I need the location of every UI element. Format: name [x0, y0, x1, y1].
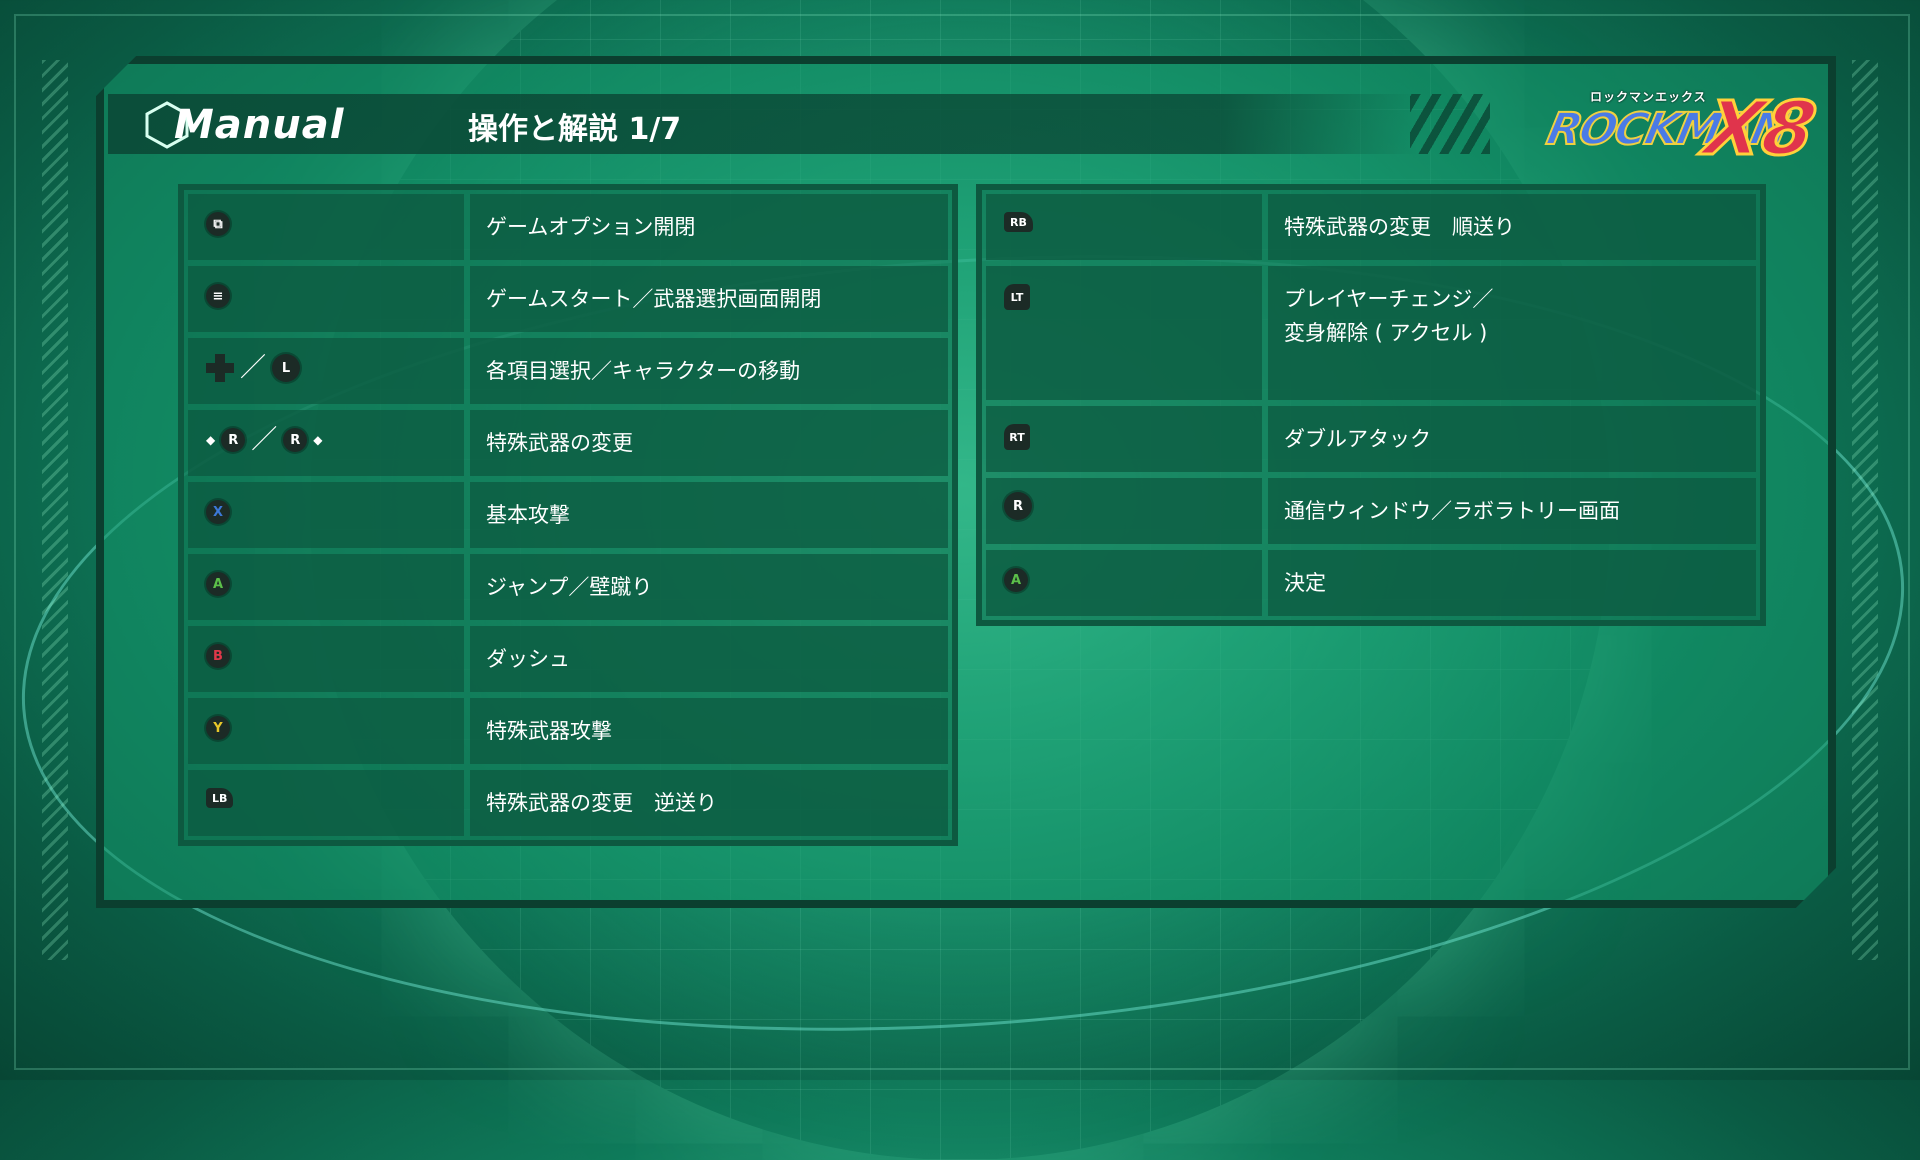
- control-row: RB 特殊武器の変更 順送り: [986, 194, 1756, 260]
- control-description: 特殊武器攻撃: [470, 698, 948, 764]
- button-cell: Y: [188, 698, 464, 764]
- lb-button-icon: LB: [206, 788, 234, 808]
- control-row: A ジャンプ／壁蹴り: [188, 554, 948, 620]
- header-stripes: [1410, 94, 1490, 154]
- control-row: LT プレイヤーチェンジ／ 変身解除 ( アクセル ): [986, 266, 1756, 400]
- control-description: ゲームオプション開閉: [470, 194, 948, 260]
- button-cell: X: [188, 482, 464, 548]
- b-button-icon: B: [206, 644, 230, 668]
- right-decoration: [1852, 60, 1878, 960]
- left-decoration: [42, 60, 68, 960]
- manual-label: Manual: [174, 102, 345, 148]
- button-cell: R: [986, 478, 1262, 544]
- control-row: ⧉ ゲームオプション開閉: [188, 194, 948, 260]
- control-description: プレイヤーチェンジ／ 変身解除 ( アクセル ): [1268, 266, 1756, 400]
- arrow-right-icon: ◆: [313, 433, 323, 447]
- control-row: ◆ R ／ R ◆ 特殊武器の変更: [188, 410, 948, 476]
- button-cell: ≡: [188, 266, 464, 332]
- right-stick-press-icon: R: [1004, 492, 1032, 520]
- game-logo-kana: ロックマンエックス: [1590, 90, 1707, 104]
- control-description: 決定: [1268, 550, 1756, 616]
- control-description: 特殊武器の変更 順送り: [1268, 194, 1756, 260]
- game-logo-number: X8: [1697, 85, 1824, 174]
- button-cell: RB: [986, 194, 1262, 260]
- game-logo: ロックマンエックス ROCKMAN X8: [1530, 82, 1824, 174]
- control-description: ゲームスタート／武器選択画面開閉: [470, 266, 948, 332]
- right-stick-icon: R: [221, 428, 246, 452]
- page-title: 操作と解説 1/7: [468, 112, 682, 147]
- right-stick-left-right-icon: ◆ R ／ R ◆: [206, 425, 323, 455]
- menu-button-icon: ≡: [206, 284, 230, 308]
- control-description: 各項目選択／キャラクターの移動: [470, 338, 948, 404]
- manual-logo: Manual: [142, 98, 344, 152]
- control-description: 基本攻撃: [470, 482, 948, 548]
- control-row: B ダッシュ: [188, 626, 948, 692]
- control-description: 通信ウィンドウ／ラボラトリー画面: [1268, 478, 1756, 544]
- rt-trigger-icon: RT: [1004, 424, 1030, 450]
- right-stick-icon: R: [283, 428, 308, 452]
- arrow-left-icon: ◆: [206, 433, 216, 447]
- control-row: R 通信ウィンドウ／ラボラトリー画面: [986, 478, 1756, 544]
- control-row: A 決定: [986, 550, 1756, 616]
- a-button-icon: A: [206, 572, 230, 596]
- separator: ／: [240, 353, 267, 383]
- control-description: ダッシュ: [470, 626, 948, 692]
- control-description: 特殊武器の変更 逆送り: [470, 770, 948, 836]
- separator: ／: [251, 425, 278, 455]
- dpad-left-stick-icon: ／ L: [206, 353, 301, 383]
- button-cell: ／ L: [188, 338, 464, 404]
- button-cell: LB: [188, 770, 464, 836]
- control-description: ジャンプ／壁蹴り: [470, 554, 948, 620]
- control-description: ダブルアタック: [1268, 406, 1756, 472]
- control-row: X 基本攻撃: [188, 482, 948, 548]
- control-row: LB 特殊武器の変更 逆送り: [188, 770, 948, 836]
- control-row: ≡ ゲームスタート／武器選択画面開閉: [188, 266, 948, 332]
- controls-table-right: RB 特殊武器の変更 順送り LT プレイヤーチェンジ／ 変身解除 ( アクセル…: [976, 184, 1766, 626]
- a-button-icon: A: [1004, 568, 1028, 592]
- button-cell: A: [188, 554, 464, 620]
- y-button-icon: Y: [206, 716, 230, 740]
- button-cell: B: [188, 626, 464, 692]
- x-button-icon: X: [206, 500, 230, 524]
- dpad-icon: [206, 354, 234, 382]
- left-stick-icon: L: [272, 354, 301, 382]
- control-row: RT ダブルアタック: [986, 406, 1756, 472]
- view-button-icon: ⧉: [206, 212, 230, 236]
- control-row: Y 特殊武器攻撃: [188, 698, 948, 764]
- button-cell: ◆ R ／ R ◆: [188, 410, 464, 476]
- controls-table-left: ⧉ ゲームオプション開閉 ≡ ゲームスタート／武器選択画面開閉 ／ L 各項目選…: [178, 184, 958, 846]
- control-row: ／ L 各項目選択／キャラクターの移動: [188, 338, 948, 404]
- rb-button-icon: RB: [1004, 212, 1033, 232]
- button-cell: LT: [986, 266, 1262, 400]
- button-cell: ⧉: [188, 194, 464, 260]
- lt-trigger-icon: LT: [1004, 284, 1030, 310]
- button-cell: A: [986, 550, 1262, 616]
- control-description: 特殊武器の変更: [470, 410, 948, 476]
- button-cell: RT: [986, 406, 1262, 472]
